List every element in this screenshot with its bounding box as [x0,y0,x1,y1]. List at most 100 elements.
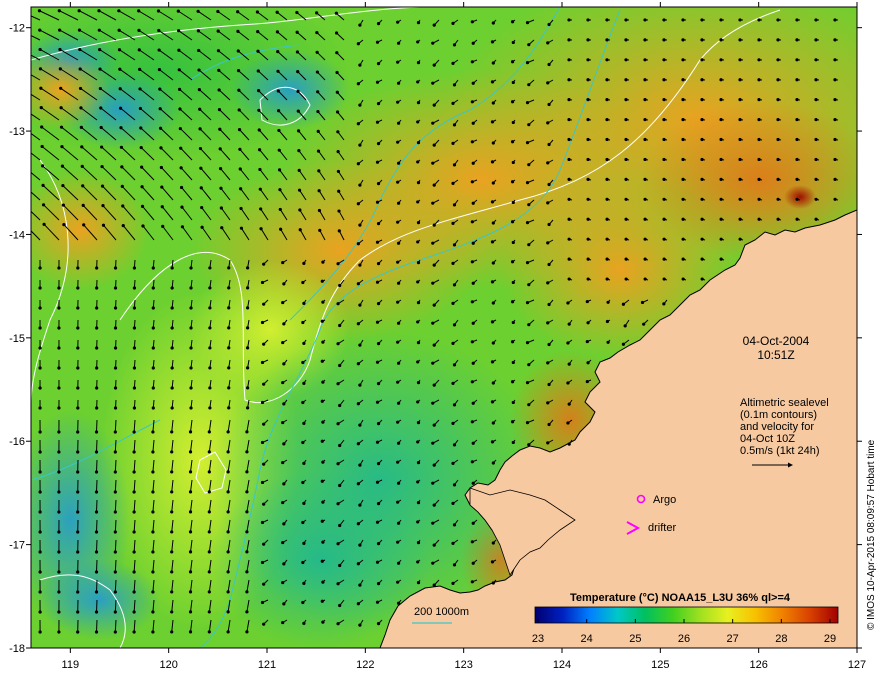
velocity-arrow-head [121,223,125,228]
velocity-arrow-head [681,98,685,102]
velocity-arrow-head [20,106,23,109]
velocity-arrow-head [170,430,174,434]
velocity-arrow-head [491,181,495,185]
velocity-arrow-head [95,266,99,270]
velocity-arrow-head [643,197,647,201]
velocity-arrow-head [189,266,193,270]
velocity-arrow-head [245,590,249,594]
velocity-arrow-head [662,98,666,102]
velocity-arrow-head [396,241,401,245]
velocity-arrow-head [546,81,550,85]
velocity-arrow-head [416,480,420,484]
velocity-arrow-head [227,366,231,370]
velocity-arrow-head [471,521,475,525]
velocity-arrow-head [260,320,265,325]
velocity-arrow-head [315,70,319,74]
velocity-arrow-head [490,280,495,284]
velocity-arrow-head [605,38,609,42]
velocity-arrow-head [416,20,421,25]
velocity-arrow-head [216,9,220,14]
velocity-arrow-head [416,520,420,524]
velocity-arrow-head [396,380,400,384]
velocity-arrow-head [567,18,571,22]
velocity-arrow-head [567,362,571,366]
velocity-arrow-head [738,237,742,241]
velocity-arrow-head [170,386,174,390]
velocity-arrow-head [58,67,62,71]
velocity-arrow-head [98,67,102,71]
velocity-arrow-head [416,40,420,44]
velocity-arrow-head [79,106,83,110]
velocity-arrow-head [776,157,780,162]
velocity-arrow-head [833,78,837,82]
velocity-arrow-head [585,379,589,384]
velocity-arrow-head [662,257,666,261]
velocity-arrow-head [738,157,742,162]
y-tick-label: -18 [9,643,25,655]
velocity-arrow-head [396,220,400,224]
velocity-arrow-head [471,481,475,485]
velocity-arrow-head [113,346,118,350]
velocity-arrow-head [700,78,704,82]
velocity-arrow-head [681,257,685,261]
velocity-arrow-head [757,177,761,181]
velocity-arrow-head [525,221,530,225]
velocity-arrow-head [277,148,281,152]
velocity-arrow-head [510,20,515,24]
velocity-arrow-head [245,550,249,554]
velocity-arrow-head [700,257,704,261]
velocity-arrow-head [416,560,420,564]
velocity-arrow-head [396,41,401,45]
velocity-arrow [114,619,117,633]
velocity-arrow-head [151,266,155,270]
velocity-arrow-head [757,137,761,142]
velocity-arrow-head [356,82,360,86]
velocity-arrow-head [546,161,550,165]
velocity-arrow-head [57,570,61,574]
velocity-arrow-head [113,470,117,474]
velocity-arrow-head [358,463,362,467]
velocity-arrow-head [624,18,628,22]
velocity-arrow-head [260,360,265,365]
velocity-arrow-head [176,9,180,13]
velocity-arrow-head [170,470,174,474]
velocity-arrow-head [226,590,230,594]
velocity-arrow-head [259,227,263,231]
velocity-arrow-head [281,420,285,425]
velocity-arrow-head [700,217,704,221]
velocity-arrow-head [301,320,305,325]
velocity-arrow-head [567,322,571,326]
velocity-arrow-head [776,58,780,62]
velocity-arrow-head [356,202,360,206]
velocity-arrow-head [511,120,515,125]
velocity-arrow-head [76,530,80,534]
velocity-arrow-head [833,177,837,181]
velocity-arrow-head [207,470,211,474]
velocity-arrow-head [510,140,515,144]
velocity-arrow-head [814,78,818,82]
velocity-arrow-head [179,185,184,190]
velocity-arrow-head [416,240,420,244]
velocity-arrow-head [157,67,162,72]
velocity-arrow-head [511,160,515,165]
description-line: (0.1m contours) [740,409,817,421]
velocity-arrow [114,479,117,493]
velocity-arrow-head [218,127,222,131]
velocity-arrow-head [547,422,551,427]
velocity-arrow-head [321,460,325,464]
description-line: 04-Oct 10Z [740,433,795,445]
velocity-arrow-head [76,286,80,290]
velocity-arrow-head [296,70,300,74]
velocity-arrow-head [262,262,266,266]
velocity-arrow-head [200,225,204,229]
colorbar-title: Temperature (°C) NOAA15_L3U 36% ql>=4 [570,592,791,604]
velocity-arrow-head [356,42,360,46]
velocity-arrow-head [132,570,136,574]
velocity-arrow-head [833,137,837,142]
velocity-arrow-head [431,281,435,285]
velocity-arrow-head [356,122,360,126]
velocity-arrow-head [227,346,231,350]
velocity-arrow-head [117,48,122,52]
velocity-arrow-head [491,381,495,385]
velocity-arrow-head [586,18,590,22]
